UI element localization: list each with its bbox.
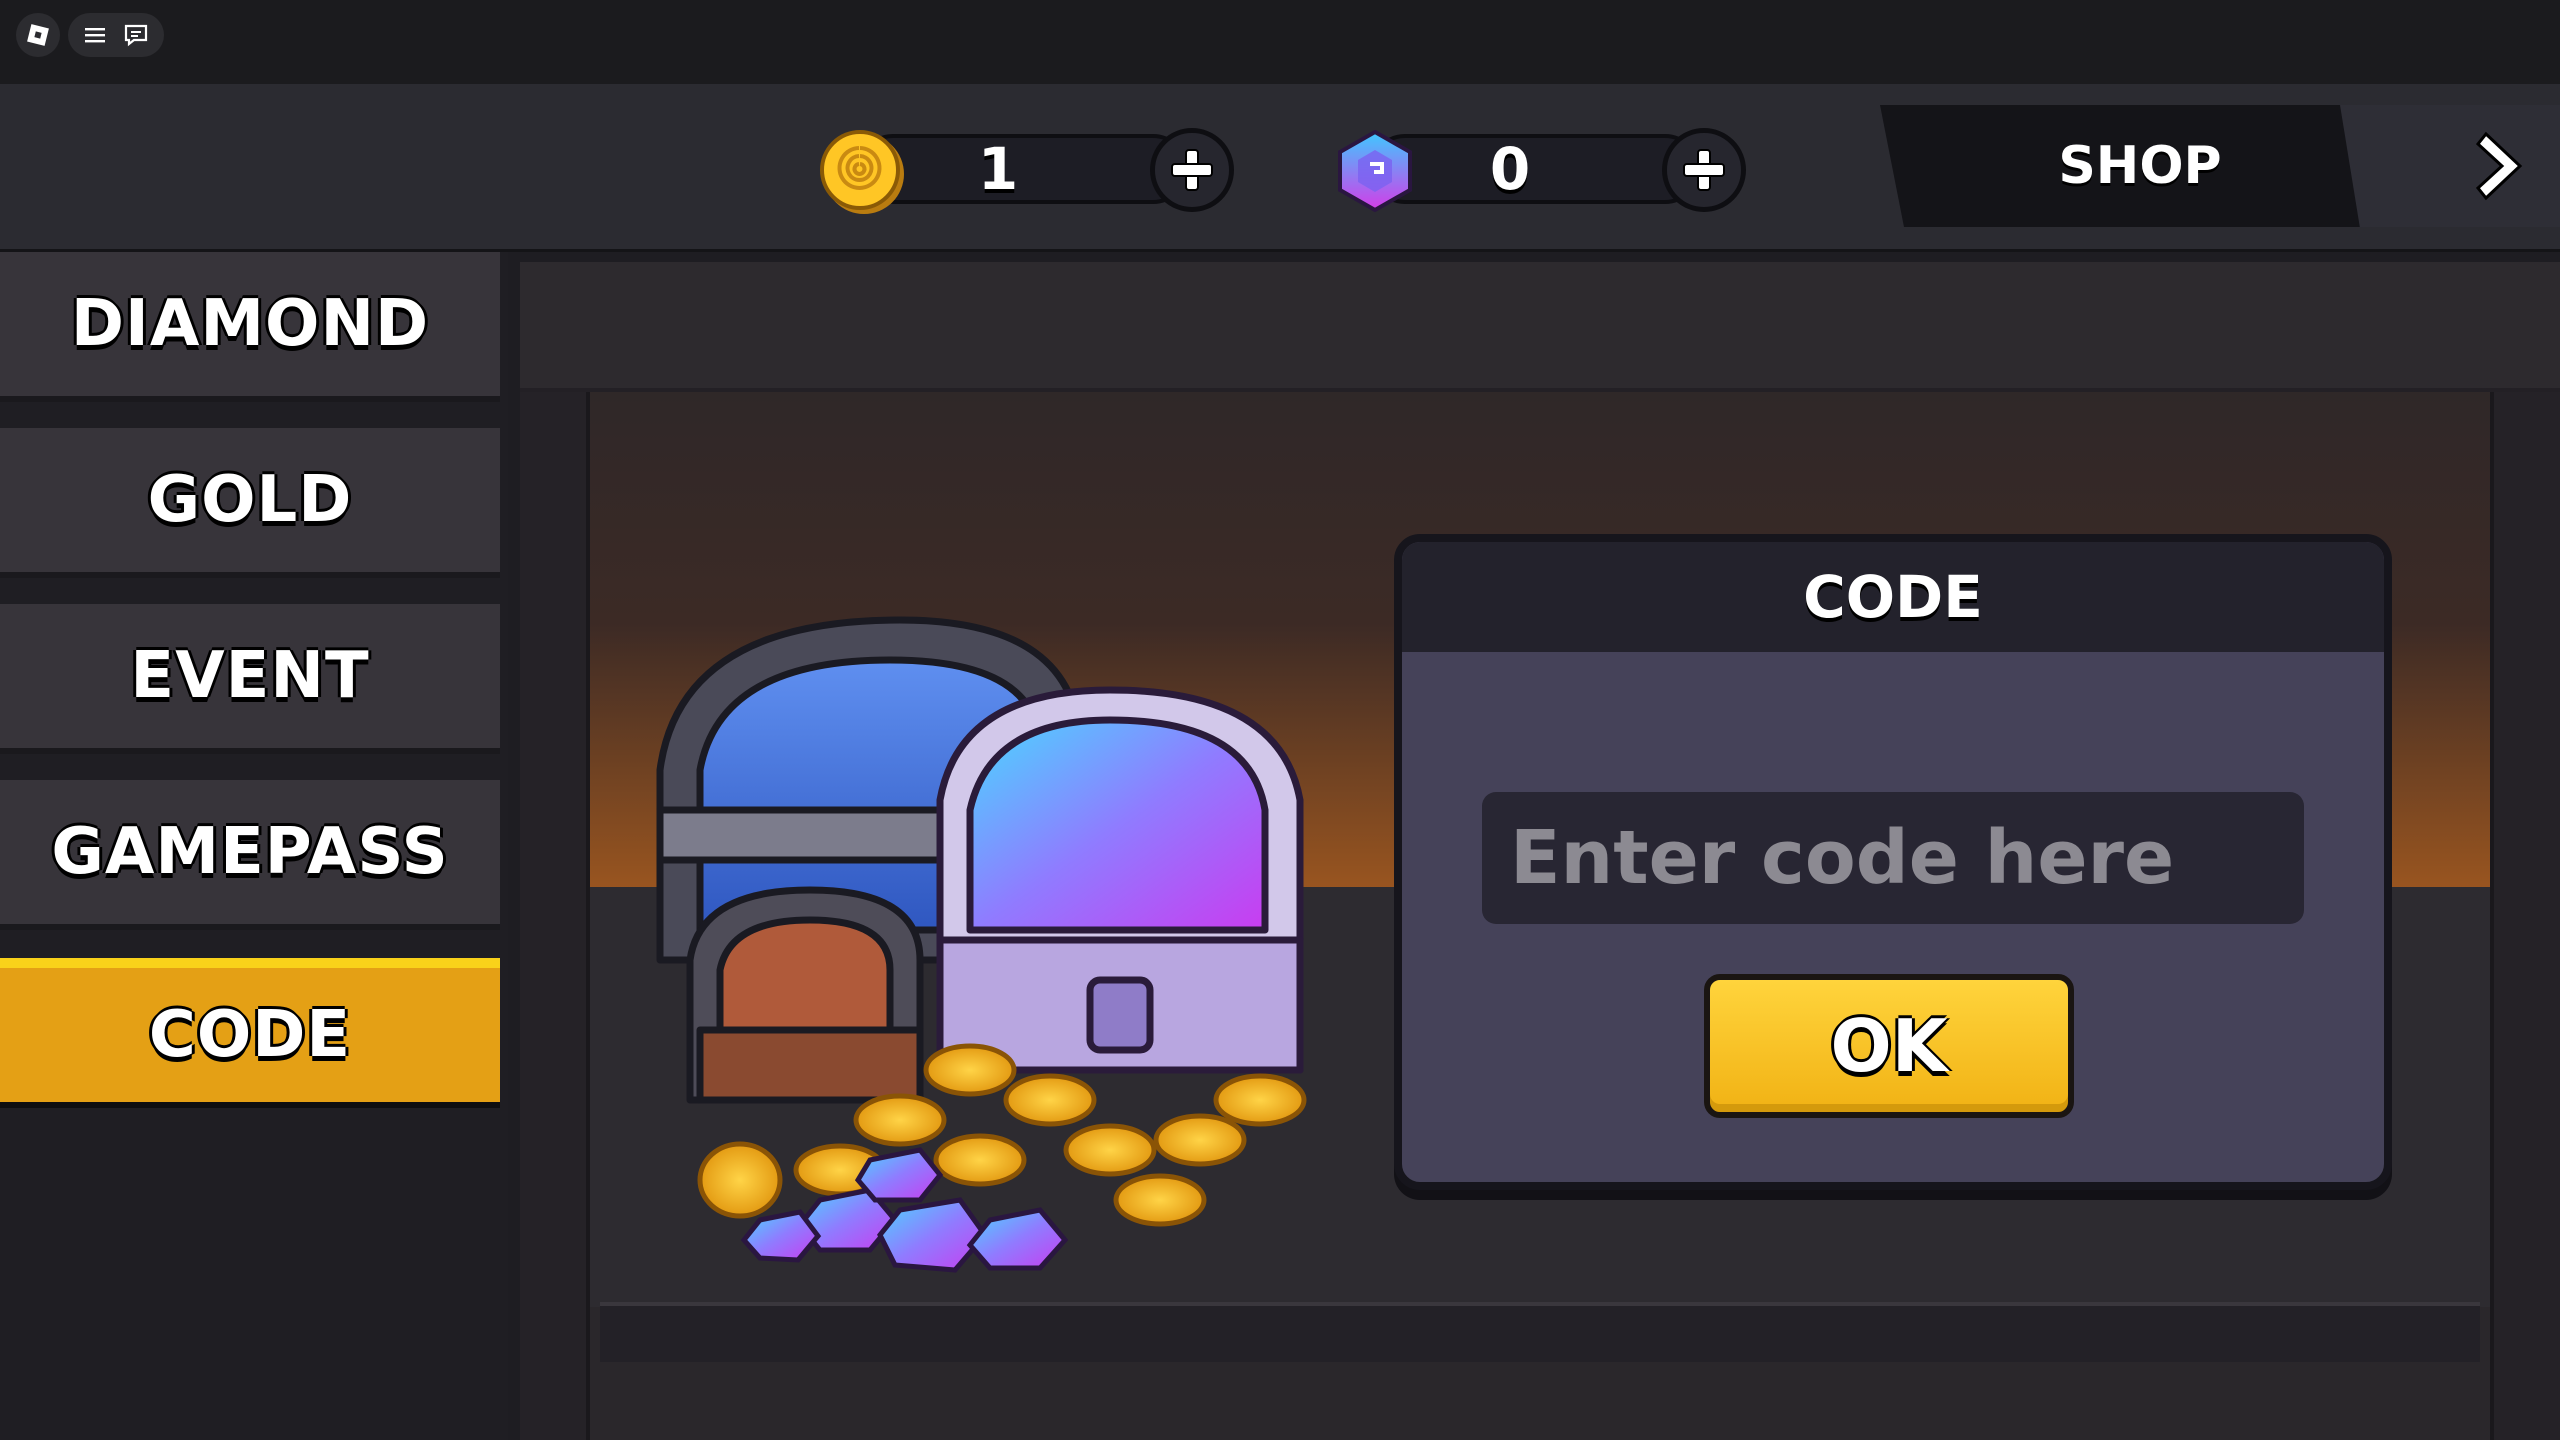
sidebar-item-label: EVENT — [130, 639, 370, 713]
sidebar-item-code[interactable]: CODE — [0, 958, 500, 1108]
roblox-top-chrome — [0, 0, 2560, 84]
shop-category-sidebar: DIAMOND GOLD EVENT GAMEPASS CODE — [0, 252, 508, 1440]
diamond-gem-icon — [1338, 129, 1412, 213]
gold-coin-icon — [820, 130, 904, 214]
diamond-counter: 0 — [1330, 126, 1746, 213]
roblox-chrome-pill — [68, 13, 164, 57]
right-pillar — [2490, 392, 2560, 1440]
sidebar-item-label: CODE — [148, 998, 352, 1072]
floor-ledge — [600, 1302, 2480, 1362]
ok-button-label: OK — [1830, 1004, 1948, 1088]
redeem-code-dialog: CODE OK — [1394, 534, 2392, 1190]
chat-icon[interactable] — [123, 23, 149, 47]
chevron-right-icon — [2475, 131, 2523, 201]
next-tab-button[interactable] — [2340, 105, 2560, 227]
code-input[interactable] — [1482, 792, 2304, 924]
sidebar-item-gold[interactable]: GOLD — [0, 428, 500, 578]
buy-diamond-button[interactable] — [1662, 128, 1746, 212]
sidebar-item-event[interactable]: EVENT — [0, 604, 500, 754]
gold-counter: 1 — [818, 126, 1234, 214]
roblox-menu-button[interactable] — [16, 13, 60, 57]
roblox-logo-icon — [27, 24, 49, 46]
sidebar-item-label: GAMEPASS — [51, 815, 449, 889]
treasure-chests-illustration — [656, 616, 1307, 1273]
ok-button[interactable]: OK — [1704, 974, 2074, 1118]
buy-gold-button[interactable] — [1150, 128, 1234, 212]
sidebar-item-label: GOLD — [147, 463, 353, 537]
roblox-game-shop: 1 0 SHOP DIAMOND GOLD EVENT GAMEPASS COD… — [0, 0, 2560, 1440]
sidebar-item-gamepass[interactable]: GAMEPASS — [0, 780, 500, 930]
sidebar-item-diamond[interactable]: DIAMOND — [0, 252, 500, 402]
plus-icon — [1683, 149, 1725, 191]
left-pillar — [520, 392, 590, 1440]
shop-tab-label: SHOP — [2058, 136, 2222, 196]
shop-tab[interactable]: SHOP — [1880, 105, 2360, 227]
stone-arch-top — [520, 262, 2560, 392]
hamburger-menu-icon[interactable] — [83, 25, 107, 45]
plus-icon — [1171, 149, 1213, 191]
dialog-header: CODE — [1402, 542, 2384, 652]
dialog-title: CODE — [1803, 563, 1983, 631]
sidebar-item-label: DIAMOND — [70, 287, 430, 361]
currency-bar: 1 0 SHOP — [0, 84, 2560, 252]
